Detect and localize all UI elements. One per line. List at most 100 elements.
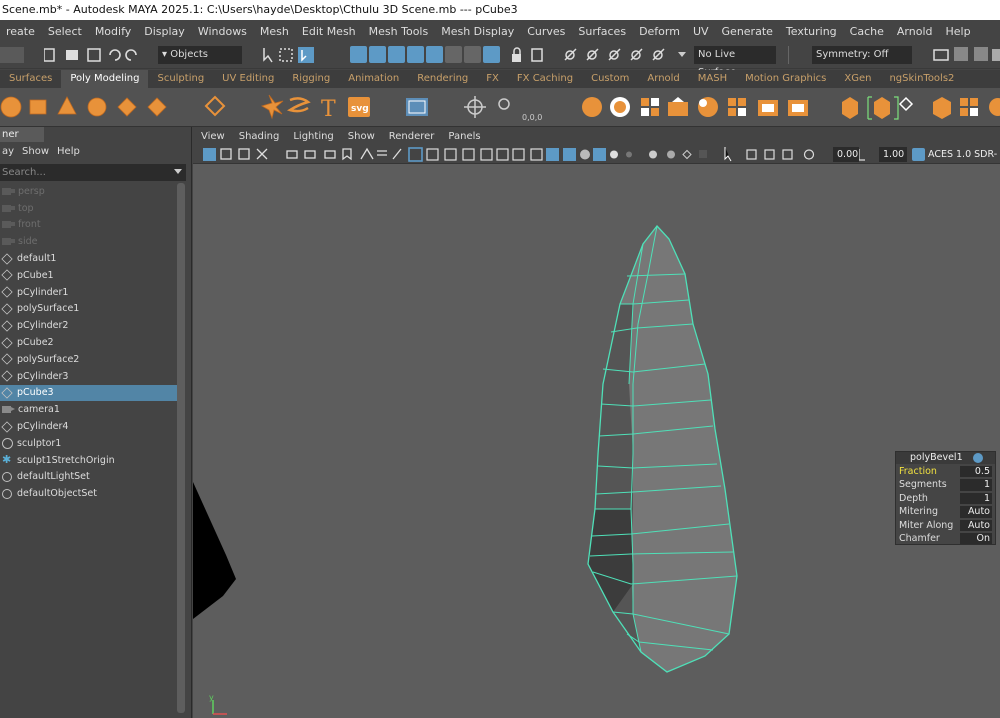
chevron-down-icon[interactable] [174,169,182,174]
outliner-item-sculptor1[interactable]: sculptor1 [0,435,177,452]
shelf-tab-fx-caching[interactable]: FX Caching [508,70,582,88]
coord-label: 0,0,0 [522,113,542,122]
menu-mesh-tools[interactable]: Mesh Tools [363,25,436,38]
outliner-item-top[interactable]: top [0,200,177,217]
component-mode-icon[interactable] [445,46,462,63]
node-icon[interactable] [973,453,983,463]
outliner-search-input[interactable]: Search... [0,164,186,181]
component-mode-icon[interactable] [464,46,481,63]
outliner-item-side[interactable]: side [0,233,177,250]
shelf-tab-motion-graphics[interactable]: Motion Graphics [736,70,835,88]
shelf-tab-fx[interactable]: FX [477,70,508,88]
selection-mode-dropdown[interactable]: ▾ Objects [158,46,242,64]
menu-windows[interactable]: Windows [192,25,254,38]
shelf-tab-xgen[interactable]: XGen [835,70,880,88]
outliner-item-persp[interactable]: persp [0,183,177,200]
outliner-scrollbar[interactable] [177,183,185,713]
shelf-tab-poly-modeling[interactable]: Poly Modeling [61,70,149,88]
outliner-tab[interactable]: ner [0,127,44,142]
viewport-menu-renderer[interactable]: Renderer [381,131,441,142]
outliner-item-front[interactable]: front [0,217,177,234]
shelf-tab-arnold[interactable]: Arnold [638,70,688,88]
menu-uv[interactable]: UV [687,25,716,38]
menu-curves[interactable]: Curves [521,25,572,38]
menu-deform[interactable]: Deform [633,25,687,38]
viewport-menu-panels[interactable]: Panels [440,131,486,142]
outliner-item-defaultobjectset[interactable]: defaultObjectSet [0,485,177,502]
menu-set-selector[interactable] [0,47,24,63]
menu-generate[interactable]: Generate [716,25,780,38]
exposure-field[interactable]: 0.00 [833,147,859,162]
component-mode-icon[interactable] [350,46,367,63]
shelf-tab-sculpting[interactable]: Sculpting [148,70,213,88]
menu-texturing[interactable]: Texturing [780,25,844,38]
component-mode-icon[interactable] [407,46,424,63]
menu-mesh-display[interactable]: Mesh Display [435,25,521,38]
viewport-canvas[interactable]: y [193,164,1000,718]
outliner-item-pcylinder2[interactable]: pCylinder2 [0,317,177,334]
outliner-menu-ay[interactable]: ay [0,143,20,161]
shelf-tab-surfaces[interactable]: Surfaces [0,70,61,88]
bevel-attr-value[interactable]: On [960,533,992,545]
outliner-item-defaultlightset[interactable]: defaultLightSet [0,469,177,486]
viewport-menu-view[interactable]: View [193,131,231,142]
shelf-tab-uv-editing[interactable]: UV Editing [213,70,283,88]
menu-reate[interactable]: reate [0,25,42,38]
selected-mesh-pcube3[interactable] [587,224,738,673]
outliner-item-sculpt1stretchorigin[interactable]: ✱ sculpt1StretchOrigin [0,452,177,469]
mesh-icon [1,320,13,332]
outliner-item-pcube3[interactable]: pCube3 [0,384,177,402]
outliner-item-polysurface2[interactable]: polySurface2 [0,351,177,368]
outliner-item-camera1[interactable]: camera1 [0,401,177,418]
outliner-item-polysurface1[interactable]: polySurface1 [0,301,177,318]
shelf-tab-rigging[interactable]: Rigging [283,70,339,88]
snap-icons[interactable] [562,46,692,64]
menu-surfaces[interactable]: Surfaces [572,25,633,38]
component-mode-icon[interactable] [369,46,386,63]
outliner-item-pcylinder1[interactable]: pCylinder1 [0,284,177,301]
outliner-item-pcylinder4[interactable]: pCylinder4 [0,418,177,435]
shelf-tab-custom[interactable]: Custom [582,70,638,88]
outliner-item-pcube1[interactable]: pCube1 [0,267,177,284]
component-mode-icon[interactable] [426,46,443,63]
gamma-field[interactable]: 1.00 [879,147,907,162]
menu-cache[interactable]: Cache [844,25,891,38]
shelf-tab-ngskintools2[interactable]: ngSkinTools2 [880,70,963,88]
file-tools-icons[interactable] [44,46,164,64]
menu-edit-mesh[interactable]: Edit Mesh [296,25,363,38]
outliner-menu-help[interactable]: Help [55,143,86,161]
shelf-tab-rendering[interactable]: Rendering [408,70,477,88]
menu-mesh[interactable]: Mesh [254,25,296,38]
outliner-menu-show[interactable]: Show [20,143,55,161]
status-line: ▾ Objects No Live Surface Symmetry: Off [0,42,1000,78]
bevel-attr-value[interactable]: 1 [960,479,992,491]
component-mode-icon[interactable] [483,46,500,63]
shelf-tab-animation[interactable]: Animation [339,70,408,88]
symmetry-dropdown[interactable]: Symmetry: Off [812,46,912,64]
render-icons[interactable] [932,45,1000,65]
bevel-attr-value[interactable]: Auto [960,506,992,518]
select-by-type-icons[interactable] [262,46,342,64]
menu-display[interactable]: Display [138,25,192,38]
menu-arnold[interactable]: Arnold [891,25,940,38]
viewport-menu-shading[interactable]: Shading [231,131,286,142]
outliner-item-default1[interactable]: default1 [0,250,177,267]
live-surface-field[interactable]: No Live Surface [694,46,776,78]
menu-modify[interactable]: Modify [89,25,138,38]
menu-select[interactable]: Select [42,25,89,38]
component-selection-icons[interactable] [350,46,506,64]
bevel-attr-value[interactable]: 1 [960,492,992,505]
viewport-menu-show[interactable]: Show [340,131,381,142]
viewport-toolbar-icons[interactable] [201,147,921,162]
viewport-menu-lighting[interactable]: Lighting [285,131,339,142]
bevel-attr-value[interactable]: 0.5 [960,466,992,478]
menu-help[interactable]: Help [940,25,978,38]
bevel-attr-value[interactable]: Auto [960,519,992,531]
lock-icons[interactable] [508,46,558,64]
shelf-tab-mash[interactable]: MASH [689,70,736,88]
component-mode-icon[interactable] [388,46,405,63]
shelf-icons[interactable]: T svg 0,0,0 [0,92,1000,124]
color-management-icon[interactable] [912,148,925,161]
outliner-item-pcube2[interactable]: pCube2 [0,334,177,351]
outliner-item-pcylinder3[interactable]: pCylinder3 [0,368,177,385]
